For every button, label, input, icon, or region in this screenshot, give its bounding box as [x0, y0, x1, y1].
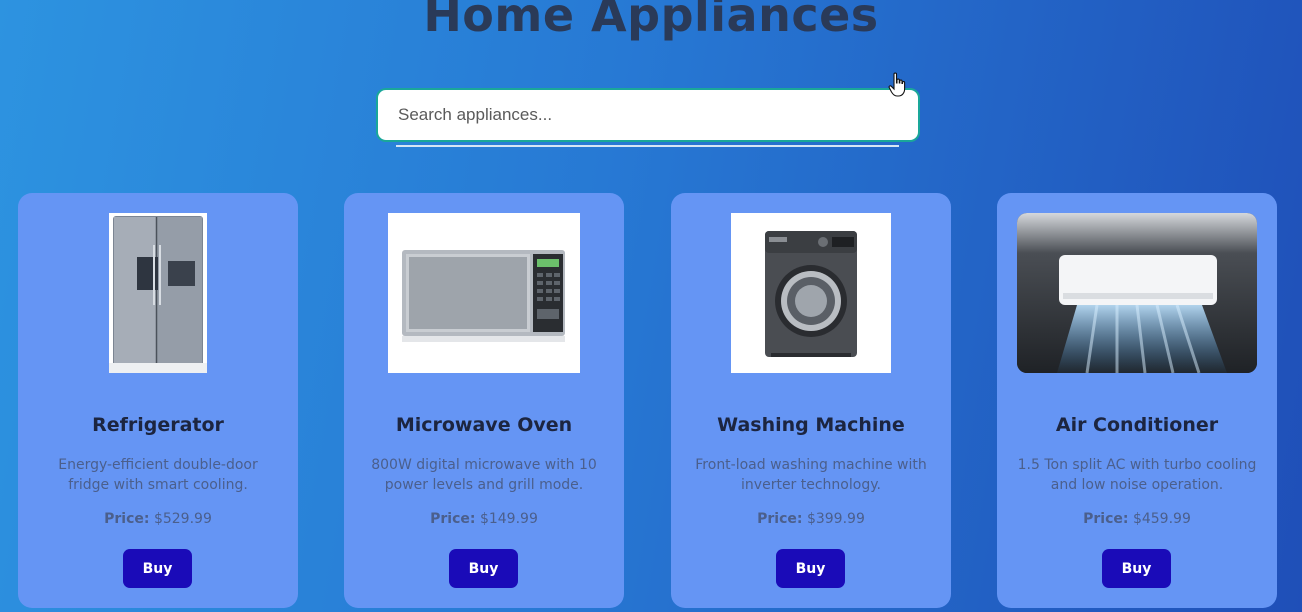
price-value: $459.99 — [1132, 511, 1191, 527]
product-price: Price: $399.99 — [671, 511, 951, 527]
price-label: Price: — [104, 511, 150, 527]
product-description: Energy-efficient double-door fridge with… — [58, 457, 258, 493]
product-name: Microwave Oven — [395, 414, 573, 436]
product-price: Price: $529.99 — [18, 511, 298, 527]
product-description: 1.5 Ton split AC with turbo cooling and … — [1017, 457, 1257, 493]
product-name: Washing Machine — [717, 414, 905, 436]
product-card-air-conditioner: Air Conditioner 1.5 Ton split AC with tu… — [997, 193, 1277, 608]
search-input[interactable] — [376, 88, 920, 142]
buy-button[interactable]: Buy — [123, 549, 192, 588]
price-value: $399.99 — [806, 511, 865, 527]
search-bar — [376, 88, 920, 147]
search-underline — [396, 145, 899, 147]
product-grid: Refrigerator Energy-efficient double-doo… — [0, 193, 1302, 612]
product-name: Air Conditioner — [1055, 414, 1219, 436]
air-conditioner-image — [1017, 213, 1257, 373]
product-price: Price: $459.99 — [997, 511, 1277, 527]
microwave-image — [388, 213, 580, 373]
price-label: Price: — [430, 511, 476, 527]
price-value: $149.99 — [479, 511, 538, 527]
page-title: Home Appliances — [423, 0, 879, 42]
hand-cursor-icon — [888, 72, 906, 97]
buy-button[interactable]: Buy — [1102, 549, 1171, 588]
product-name: Refrigerator — [92, 414, 224, 436]
product-card-washing-machine: Washing Machine Front-load washing machi… — [671, 193, 951, 608]
product-card-refrigerator: Refrigerator Energy-efficient double-doo… — [18, 193, 298, 608]
product-price: Price: $149.99 — [344, 511, 624, 527]
product-description: 800W digital microwave with 10 power lev… — [371, 457, 597, 493]
price-value: $529.99 — [153, 511, 212, 527]
product-card-microwave-oven: Microwave Oven 800W digital microwave wi… — [344, 193, 624, 608]
product-description: Front-load washing machine with inverter… — [695, 457, 927, 493]
refrigerator-image — [109, 213, 207, 373]
price-label: Price: — [757, 511, 803, 527]
buy-button[interactable]: Buy — [449, 549, 518, 588]
buy-button[interactable]: Buy — [776, 549, 845, 588]
price-label: Price: — [1083, 511, 1129, 527]
washing-machine-image — [731, 213, 891, 373]
